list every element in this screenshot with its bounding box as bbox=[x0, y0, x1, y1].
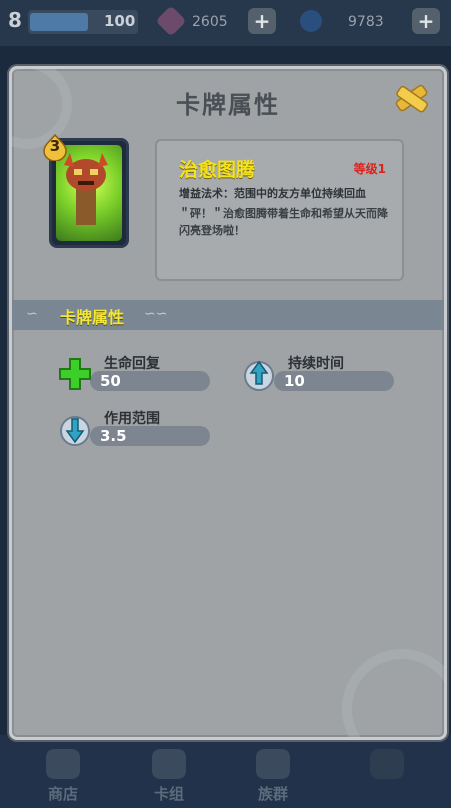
nav-deck[interactable]: 卡组 bbox=[124, 735, 214, 808]
green-plus-icon bbox=[59, 358, 91, 390]
gem-icon bbox=[155, 5, 187, 37]
card-type-line: 增益法术：范围中的友方单位持续回血 bbox=[179, 187, 366, 200]
nav-label: 族群 bbox=[257, 785, 288, 803]
card-name: 治愈图腾 bbox=[179, 159, 256, 181]
clan-icon bbox=[256, 749, 290, 779]
player-level: 8 bbox=[8, 8, 22, 32]
section-title: 卡牌属性 bbox=[60, 308, 125, 327]
elixir-cost: 3 bbox=[49, 137, 61, 155]
add-crystals-button[interactable]: + bbox=[412, 8, 440, 34]
swirl-decoration bbox=[342, 649, 444, 737]
nav-shop[interactable]: 商店 bbox=[18, 735, 108, 808]
add-gems-button[interactable]: + bbox=[248, 8, 276, 34]
card-description: ＂砰！＂治愈图腾带着生命和希望从天而降闪亮登场啦！ bbox=[179, 207, 388, 237]
section-header: ∽ 卡牌属性 ∽∽ bbox=[12, 300, 444, 330]
shop-icon bbox=[46, 749, 80, 779]
gem-count: 2605 bbox=[192, 14, 228, 30]
stat-value: 3.5 bbox=[100, 427, 127, 445]
deck-icon bbox=[152, 749, 186, 779]
duration-arrow-icon bbox=[244, 360, 274, 391]
nav-clan[interactable]: 族群 bbox=[228, 735, 318, 808]
resource-bar: 8 100 2605 + 9783 + bbox=[0, 0, 451, 46]
xp-fill bbox=[30, 13, 88, 31]
xp-value: 100 bbox=[104, 12, 136, 30]
card-attributes-modal: 卡牌属性 3 治愈图腾 等级1 增益法术：范围中的友方单位持续回血 ＂砰！＂治愈… bbox=[9, 66, 447, 740]
stat-label: 持续时间 bbox=[288, 356, 344, 372]
swirl-icon: ∽∽ bbox=[144, 306, 168, 322]
stat-label: 生命回复 bbox=[104, 356, 160, 372]
bottom-nav: 商店 卡组 族群 bbox=[0, 735, 451, 808]
crystal-count: 9783 bbox=[348, 14, 384, 30]
nav-label: 商店 bbox=[47, 785, 78, 803]
stat-value: 10 bbox=[284, 372, 305, 390]
nav-battle[interactable] bbox=[342, 735, 432, 808]
battle-icon bbox=[370, 749, 404, 779]
modal-title: 卡牌属性 bbox=[176, 91, 280, 119]
range-arrow-icon bbox=[60, 416, 90, 446]
close-icon[interactable] bbox=[390, 79, 432, 119]
stat-label: 作用范围 bbox=[104, 411, 160, 427]
swirl-icon: ∽ bbox=[26, 306, 38, 322]
crystal-icon bbox=[300, 10, 322, 32]
stat-value: 50 bbox=[100, 372, 121, 390]
card-level: 等级1 bbox=[353, 162, 386, 176]
card-info-box: 治愈图腾 等级1 增益法术：范围中的友方单位持续回血 ＂砰！＂治愈图腾带着生命和… bbox=[155, 139, 404, 281]
nav-label: 卡组 bbox=[153, 785, 184, 803]
